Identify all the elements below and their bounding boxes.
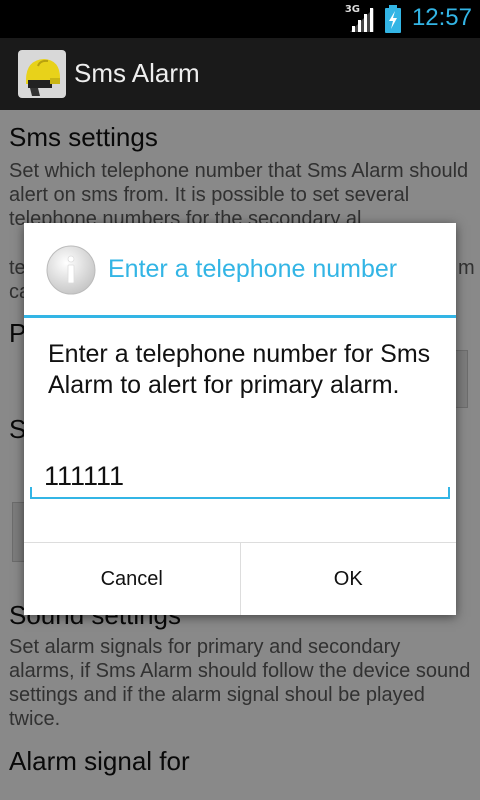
telephone-number-dialog: Enter a telephone number Enter a telepho…: [24, 223, 456, 615]
cancel-button[interactable]: Cancel: [24, 543, 240, 615]
dialog-button-bar: Cancel OK: [24, 542, 456, 615]
app-title: Sms Alarm: [74, 58, 200, 88]
action-bar: Sms Alarm: [0, 38, 480, 110]
dialog-message: Enter a telephone number for Sms Alarm t…: [48, 340, 431, 399]
signal-strength-icon: [350, 8, 374, 32]
info-icon: [46, 245, 96, 295]
ok-button[interactable]: OK: [239, 543, 456, 615]
status-bar: 3G 12:57: [0, 0, 480, 38]
dialog-header: Enter a telephone number: [24, 223, 456, 318]
dialog-title: Enter a telephone number: [108, 255, 398, 283]
input-underline-left-tick: [30, 487, 32, 499]
fire-helmet-icon: [18, 50, 66, 98]
input-underline-right-tick: [448, 487, 450, 499]
clock: 12:57: [411, 4, 472, 31]
telephone-number-input[interactable]: [30, 455, 450, 499]
battery-charging-icon: [385, 5, 401, 33]
